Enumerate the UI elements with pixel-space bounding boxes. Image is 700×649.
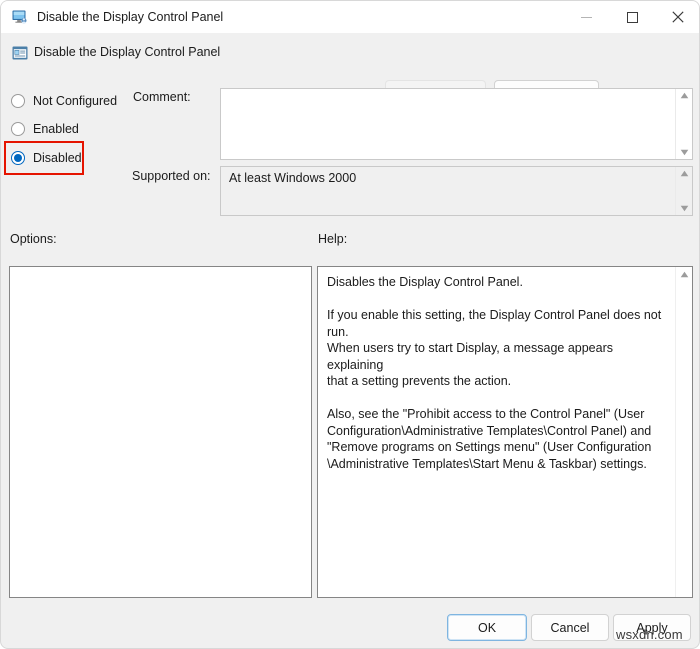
title-bar: Disable the Display Control Panel — [1, 1, 699, 33]
scroll-up-icon[interactable] — [680, 170, 689, 177]
comment-label: Comment: — [133, 90, 191, 104]
radio-enabled[interactable]: Enabled — [11, 119, 79, 139]
radio-disabled[interactable]: Disabled — [11, 148, 82, 168]
minimize-icon — [580, 16, 592, 18]
help-scrollbar[interactable] — [675, 267, 692, 597]
comment-field[interactable] — [220, 88, 693, 160]
close-button[interactable] — [655, 1, 699, 33]
radio-enabled-label: Enabled — [33, 122, 79, 136]
monitor-icon — [12, 10, 27, 24]
site-watermark: wsxdn.com — [616, 627, 683, 642]
cancel-button[interactable]: Cancel — [531, 614, 609, 641]
options-label: Options: — [10, 232, 57, 246]
policy-setting-icon — [12, 46, 28, 60]
radio-not-configured-label: Not Configured — [33, 94, 118, 108]
radio-disabled-indicator — [11, 151, 25, 165]
radio-enabled-indicator — [11, 122, 25, 136]
setting-header: Disable the Display Control Panel Previo… — [1, 33, 699, 106]
options-panel[interactable]: The WindowsClub — [9, 266, 312, 598]
scroll-down-icon[interactable] — [680, 149, 689, 156]
scroll-down-icon[interactable] — [680, 205, 689, 212]
supported-on-value: At least Windows 2000 — [229, 171, 357, 185]
help-text: Disables the Display Control Panel. If y… — [327, 275, 662, 471]
comment-scrollbar[interactable] — [675, 89, 692, 159]
minimize-button[interactable] — [563, 1, 609, 33]
ok-button[interactable]: OK — [447, 614, 527, 641]
setting-name: Disable the Display Control Panel — [34, 45, 221, 59]
supported-on-label: Supported on: — [132, 169, 211, 183]
supported-on-field: At least Windows 2000 — [220, 166, 693, 216]
help-panel[interactable]: Disables the Display Control Panel. If y… — [317, 266, 693, 598]
radio-not-configured-indicator — [11, 94, 25, 108]
radio-not-configured[interactable]: Not Configured — [11, 91, 117, 111]
comment-value[interactable] — [221, 89, 675, 159]
window-title: Disable the Display Control Panel — [37, 10, 224, 24]
scroll-up-icon[interactable] — [680, 92, 689, 99]
gpo-setting-dialog: Disable the Display Control Panel Disabl… — [0, 0, 700, 649]
help-label: Help: — [318, 232, 348, 246]
maximize-button[interactable] — [609, 1, 655, 33]
supported-on-scrollbar[interactable] — [675, 167, 692, 215]
close-icon — [672, 11, 684, 23]
radio-disabled-label: Disabled — [33, 151, 82, 165]
window-controls — [563, 1, 699, 33]
scroll-up-icon[interactable] — [680, 271, 689, 278]
maximize-icon — [626, 11, 638, 23]
